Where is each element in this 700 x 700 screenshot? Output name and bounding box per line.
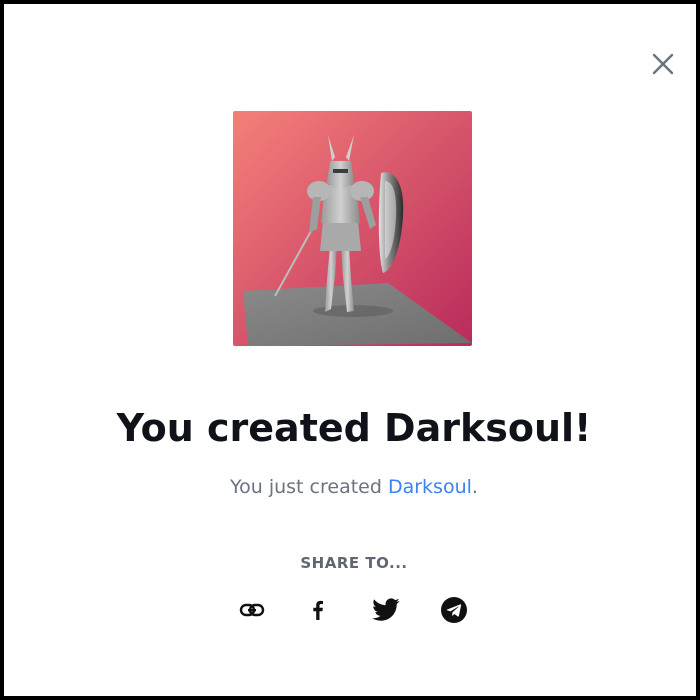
- subtitle-prefix: You just created: [230, 476, 388, 498]
- share-facebook-button[interactable]: [302, 594, 334, 626]
- modal-dialog: You created Darksoul! You just created D…: [0, 0, 700, 700]
- link-icon: [239, 603, 265, 617]
- close-icon[interactable]: [650, 51, 676, 77]
- subtitle: You just created Darksoul.: [4, 476, 700, 498]
- share-twitter-button[interactable]: [370, 594, 402, 626]
- subtitle-suffix: .: [471, 476, 478, 498]
- facebook-icon: [313, 600, 323, 620]
- page-title: You created Darksoul!: [116, 406, 592, 450]
- share-buttons: [232, 594, 478, 626]
- telegram-icon: [441, 597, 467, 623]
- share-label: SHARE TO...: [300, 554, 408, 572]
- twitter-icon: [372, 598, 400, 621]
- model-link[interactable]: Darksoul: [388, 476, 472, 498]
- share-link-button[interactable]: [236, 594, 268, 626]
- model-preview-image: [233, 111, 472, 346]
- share-telegram-button[interactable]: [438, 594, 470, 626]
